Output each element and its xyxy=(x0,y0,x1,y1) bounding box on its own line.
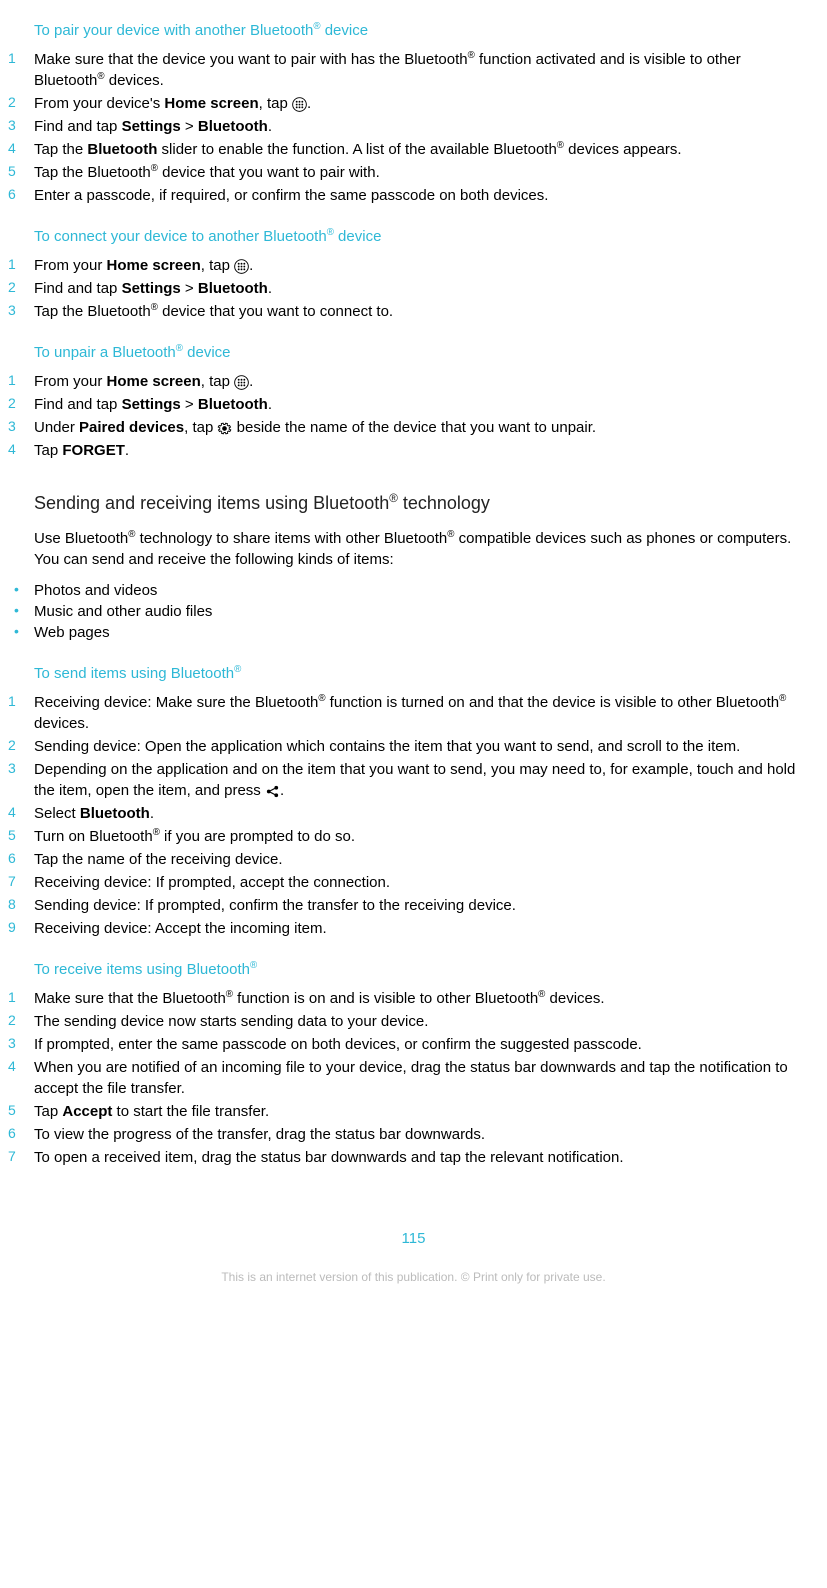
step-item: Make sure that the Bluetooth® function i… xyxy=(20,988,807,1009)
step-item: Turn on Bluetooth® if you are prompted t… xyxy=(20,826,807,847)
bullet-item: Music and other audio files xyxy=(20,601,807,622)
step-item: When you are notified of an incoming fil… xyxy=(20,1057,807,1099)
step-item: Select Bluetooth. xyxy=(20,803,807,824)
section-title: To connect your device to another Blueto… xyxy=(34,226,807,247)
step-item: Tap Accept to start the file transfer. xyxy=(20,1101,807,1122)
section-title: To receive items using Bluetooth® xyxy=(34,959,807,980)
step-list: Make sure that the Bluetooth® function i… xyxy=(20,988,807,1168)
step-item: Enter a passcode, if required, or confir… xyxy=(20,185,807,206)
section-title: To unpair a Bluetooth® device xyxy=(34,342,807,363)
step-item: Find and tap Settings > Bluetooth. xyxy=(20,394,807,415)
step-item: Under Paired devices, tap beside the nam… xyxy=(20,417,807,438)
step-item: From your Home screen, tap . xyxy=(20,371,807,392)
step-list: Make sure that the device you want to pa… xyxy=(20,49,807,206)
section-title: To pair your device with another Bluetoo… xyxy=(34,20,807,41)
step-item: Find and tap Settings > Bluetooth. xyxy=(20,278,807,299)
step-item: Depending on the application and on the … xyxy=(20,759,807,801)
gear-icon xyxy=(217,421,232,436)
step-item: Receiving device: If prompted, accept th… xyxy=(20,872,807,893)
subheading: Sending and receiving items using Blueto… xyxy=(34,491,807,516)
step-item: Tap the Bluetooth® device that you want … xyxy=(20,301,807,322)
bullet-list: Photos and videosMusic and other audio f… xyxy=(20,580,807,643)
apps-grid-icon xyxy=(234,259,249,274)
step-item: Receiving device: Make sure the Bluetoot… xyxy=(20,692,807,734)
apps-grid-icon xyxy=(234,375,249,390)
section-title: To send items using Bluetooth® xyxy=(34,663,807,684)
step-list: From your Home screen, tap .Find and tap… xyxy=(20,371,807,461)
footer-note: This is an internet version of this publ… xyxy=(20,1269,807,1286)
step-item: To view the progress of the transfer, dr… xyxy=(20,1124,807,1145)
step-item: Sending device: If prompted, confirm the… xyxy=(20,895,807,916)
step-item: Find and tap Settings > Bluetooth. xyxy=(20,116,807,137)
step-item: Tap the Bluetooth slider to enable the f… xyxy=(20,139,807,160)
step-item: Tap the Bluetooth® device that you want … xyxy=(20,162,807,183)
step-item: If prompted, enter the same passcode on … xyxy=(20,1034,807,1055)
bullet-item: Web pages xyxy=(20,622,807,643)
step-item: Make sure that the device you want to pa… xyxy=(20,49,807,91)
step-item: The sending device now starts sending da… xyxy=(20,1011,807,1032)
step-item: From your device's Home screen, tap . xyxy=(20,93,807,114)
share-icon xyxy=(265,784,280,799)
step-item: Receiving device: Accept the incoming it… xyxy=(20,918,807,939)
page-number: 115 xyxy=(20,1228,807,1249)
step-list: Receiving device: Make sure the Bluetoot… xyxy=(20,692,807,939)
step-item: Tap FORGET. xyxy=(20,440,807,461)
step-item: Tap the name of the receiving device. xyxy=(20,849,807,870)
step-item: To open a received item, drag the status… xyxy=(20,1147,807,1168)
bullet-item: Photos and videos xyxy=(20,580,807,601)
apps-grid-icon xyxy=(292,97,307,112)
step-list: From your Home screen, tap .Find and tap… xyxy=(20,255,807,322)
intro-paragraph: Use Bluetooth® technology to share items… xyxy=(34,528,807,570)
step-item: Sending device: Open the application whi… xyxy=(20,736,807,757)
step-item: From your Home screen, tap . xyxy=(20,255,807,276)
